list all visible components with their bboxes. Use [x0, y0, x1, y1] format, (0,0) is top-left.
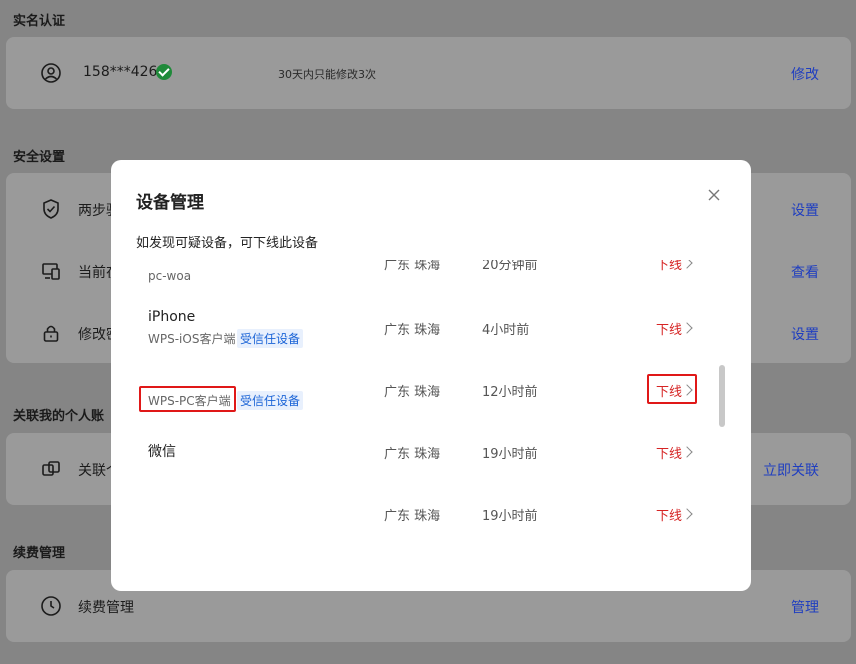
offline-button[interactable]: 下线 [656, 260, 682, 273]
section-title-security: 安全设置 [13, 150, 66, 165]
device-row: iPhone WPS-iOS客户端 受信任设备 广东 珠海 4小时前 下线 [111, 298, 751, 360]
trusted-device-badge: 受信任设备 [237, 391, 304, 410]
section-title-renew: 续费管理 [13, 546, 66, 561]
devices-icon [42, 263, 60, 280]
device-list[interactable]: pc-woa 广东 珠海 20分钟前 下线 iPhone WPS-iOS客户端 … [111, 260, 751, 560]
device-client: WPS-iOS客户端 [148, 332, 236, 346]
shield-check-icon [43, 199, 59, 219]
device-last-active: 19小时前 [482, 447, 538, 462]
realname-card: 158***426 30天内只能修改3次 修改 [6, 37, 851, 109]
offline-button[interactable]: 下线 [656, 319, 682, 338]
trusted-device-badge: 受信任设备 [237, 329, 304, 348]
close-icon[interactable] [705, 186, 723, 204]
device-location: 广东 珠海 [384, 447, 441, 462]
modify-button[interactable]: 修改 [791, 64, 819, 84]
dialog-subtitle: 如发现可疑设备，可下线此设备 [136, 236, 319, 251]
chevron-right-icon [681, 446, 693, 458]
highlight-box [139, 386, 236, 412]
device-row: 广东 珠海 19小时前 下线 [111, 484, 751, 546]
device-last-active: 19小时前 [482, 509, 538, 524]
device-name: iPhone [148, 309, 196, 325]
chevron-right-icon [681, 508, 693, 520]
device-location: 广东 珠海 [384, 385, 441, 400]
offline-button[interactable]: 下线 [656, 505, 682, 524]
device-row: 微信 广东 珠海 19小时前 下线 [111, 422, 751, 484]
scrollbar-thumb[interactable] [719, 365, 725, 427]
modify-limit-hint: 30天内只能修改3次 [278, 68, 376, 81]
device-last-active: 4小时前 [482, 323, 530, 338]
phone-number: 158***426 [83, 64, 158, 80]
device-row-highlighted: WPS-PC客户端 受信任设备 广东 珠海 12小时前 下线 [111, 360, 751, 422]
chevron-right-icon [681, 260, 693, 269]
link-accounts-icon [42, 461, 60, 476]
renew-label: 续费管理 [78, 600, 134, 616]
link-now-button[interactable]: 立即关联 [763, 460, 819, 480]
password-setup-button[interactable]: 设置 [791, 324, 819, 344]
section-title-realname: 实名认证 [13, 14, 66, 29]
user-circle-icon [41, 63, 61, 83]
device-management-dialog: 设备管理 如发现可疑设备，可下线此设备 pc-woa 广东 珠海 20分钟前 下… [111, 160, 751, 591]
manage-button[interactable]: 管理 [791, 597, 819, 617]
offline-button[interactable]: 下线 [656, 443, 682, 462]
device-location: 广东 珠海 [384, 509, 441, 524]
highlight-box [647, 374, 697, 404]
device-row: pc-woa 广东 珠海 20分钟前 下线 [111, 260, 751, 298]
device-last-active: 12小时前 [482, 385, 538, 400]
device-client: pc-woa [148, 269, 192, 283]
chevron-right-icon [681, 322, 693, 334]
two-step-setup-button[interactable]: 设置 [791, 200, 819, 220]
verified-check-icon [156, 64, 172, 80]
device-location: 广东 珠海 [384, 323, 441, 338]
dialog-title: 设备管理 [136, 193, 204, 213]
section-title-linked: 关联我的个人账 [13, 409, 105, 424]
lock-icon [43, 325, 59, 342]
view-devices-button[interactable]: 查看 [791, 262, 819, 282]
device-last-active: 20分钟前 [482, 260, 538, 273]
device-location: 广东 珠海 [384, 260, 441, 273]
clock-icon [41, 596, 61, 616]
device-name: 微信 [148, 444, 176, 460]
